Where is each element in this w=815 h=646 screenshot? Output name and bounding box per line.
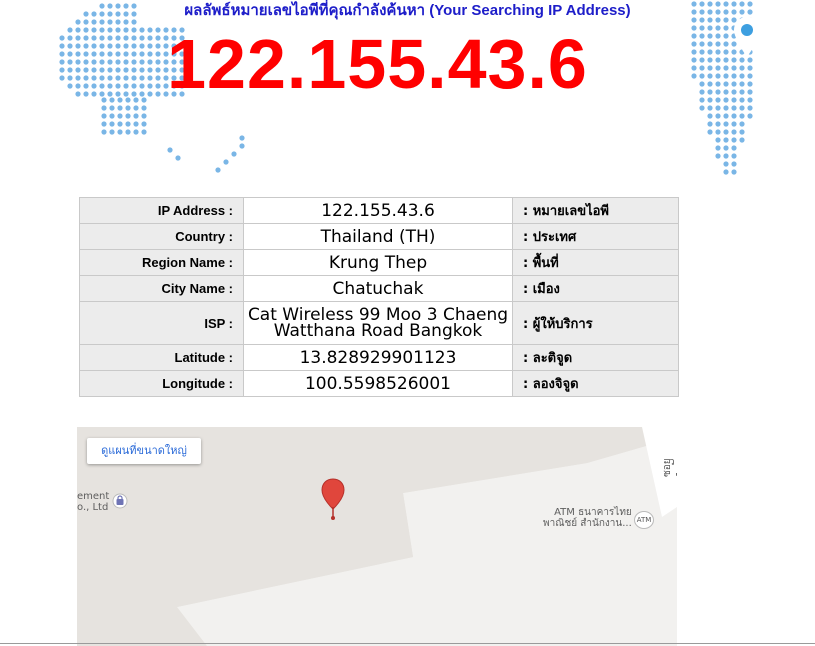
shopping-bag-icon[interactable] xyxy=(112,493,128,509)
label-latitude: Latitude : xyxy=(79,344,244,371)
thai-label-country: : ประเทศ xyxy=(512,223,679,250)
thai-label-longitude: : ลองจิจูด xyxy=(512,370,679,397)
poi-left[interactable]: ement o., Ltd xyxy=(77,491,109,513)
poi-right[interactable]: ATM ธนาคารไทย พาณิชย์ สำนักงาน... xyxy=(543,507,632,529)
value-isp: Cat Wireless 99 Moo 3 Chaeng Watthana Ro… xyxy=(243,301,513,345)
view-larger-map-button[interactable]: ดูแผนที่ขนาดใหญ่ xyxy=(87,438,201,464)
label-ip-address: IP Address : xyxy=(79,197,244,224)
table-row: IP Address : 122.155.43.6 : หมายเลขไอพี xyxy=(79,197,679,224)
map-pin-icon xyxy=(734,17,760,57)
label-region: Region Name : xyxy=(79,249,244,276)
value-country: Thailand (TH) xyxy=(243,223,513,250)
thai-label-region: : พื้นที่ xyxy=(512,249,679,276)
page-title: ผลลัพธ์หมายเลขไอพีที่คุณกำลังค้นหา (Your… xyxy=(184,2,631,19)
value-longitude: 100.5598526001 xyxy=(243,370,513,397)
table-row: City Name : Chatuchak : เมือง xyxy=(79,275,679,302)
thai-label-ip-address: : หมายเลขไอพี xyxy=(512,197,679,224)
table-row: Region Name : Krung Thep : พื้นที่ xyxy=(79,249,679,276)
value-city: Chatuchak xyxy=(243,275,513,302)
poi-left-line2: o., Ltd xyxy=(77,502,109,513)
ip-address-display: 122.155.43.6 xyxy=(167,25,588,103)
value-region: Krung Thep xyxy=(243,249,513,276)
road-corner-label: ว xyxy=(669,457,675,468)
poi-right-line1: ATM ธนาคารไทย xyxy=(554,507,632,518)
table-row: Latitude : 13.828929901123 : ละติจูด xyxy=(79,344,679,371)
label-country: Country : xyxy=(79,223,244,250)
value-latitude: 13.828929901123 xyxy=(243,344,513,371)
value-ip-address: 122.155.43.6 xyxy=(243,197,513,224)
poi-left-line1: ement xyxy=(77,491,110,502)
embedded-map[interactable]: ดูแผนที่ขนาดใหญ่ ement o., Ltd ATM ธนาคา… xyxy=(77,427,677,646)
thai-label-isp: : ผู้ให้บริการ xyxy=(512,301,679,345)
poi-right-line2: พาณิชย์ สำนักงาน... xyxy=(543,518,632,529)
table-row: Country : Thailand (TH) : ประเทศ xyxy=(79,223,679,250)
label-city: City Name : xyxy=(79,275,244,302)
table-row: ISP : Cat Wireless 99 Moo 3 Chaeng Watth… xyxy=(79,301,679,345)
map-marker-icon[interactable] xyxy=(320,477,346,521)
atm-icon[interactable]: ATM xyxy=(634,511,654,529)
bottom-divider xyxy=(0,643,815,644)
thai-label-latitude: : ละติจูด xyxy=(512,344,679,371)
thai-label-city: : เมือง xyxy=(512,275,679,302)
ip-info-table: IP Address : 122.155.43.6 : หมายเลขไอพี … xyxy=(79,197,679,397)
label-longitude: Longitude : xyxy=(79,370,244,397)
label-isp: ISP : xyxy=(79,301,244,345)
table-row: Longitude : 100.5598526001 : ลองจิจูด xyxy=(79,370,679,397)
